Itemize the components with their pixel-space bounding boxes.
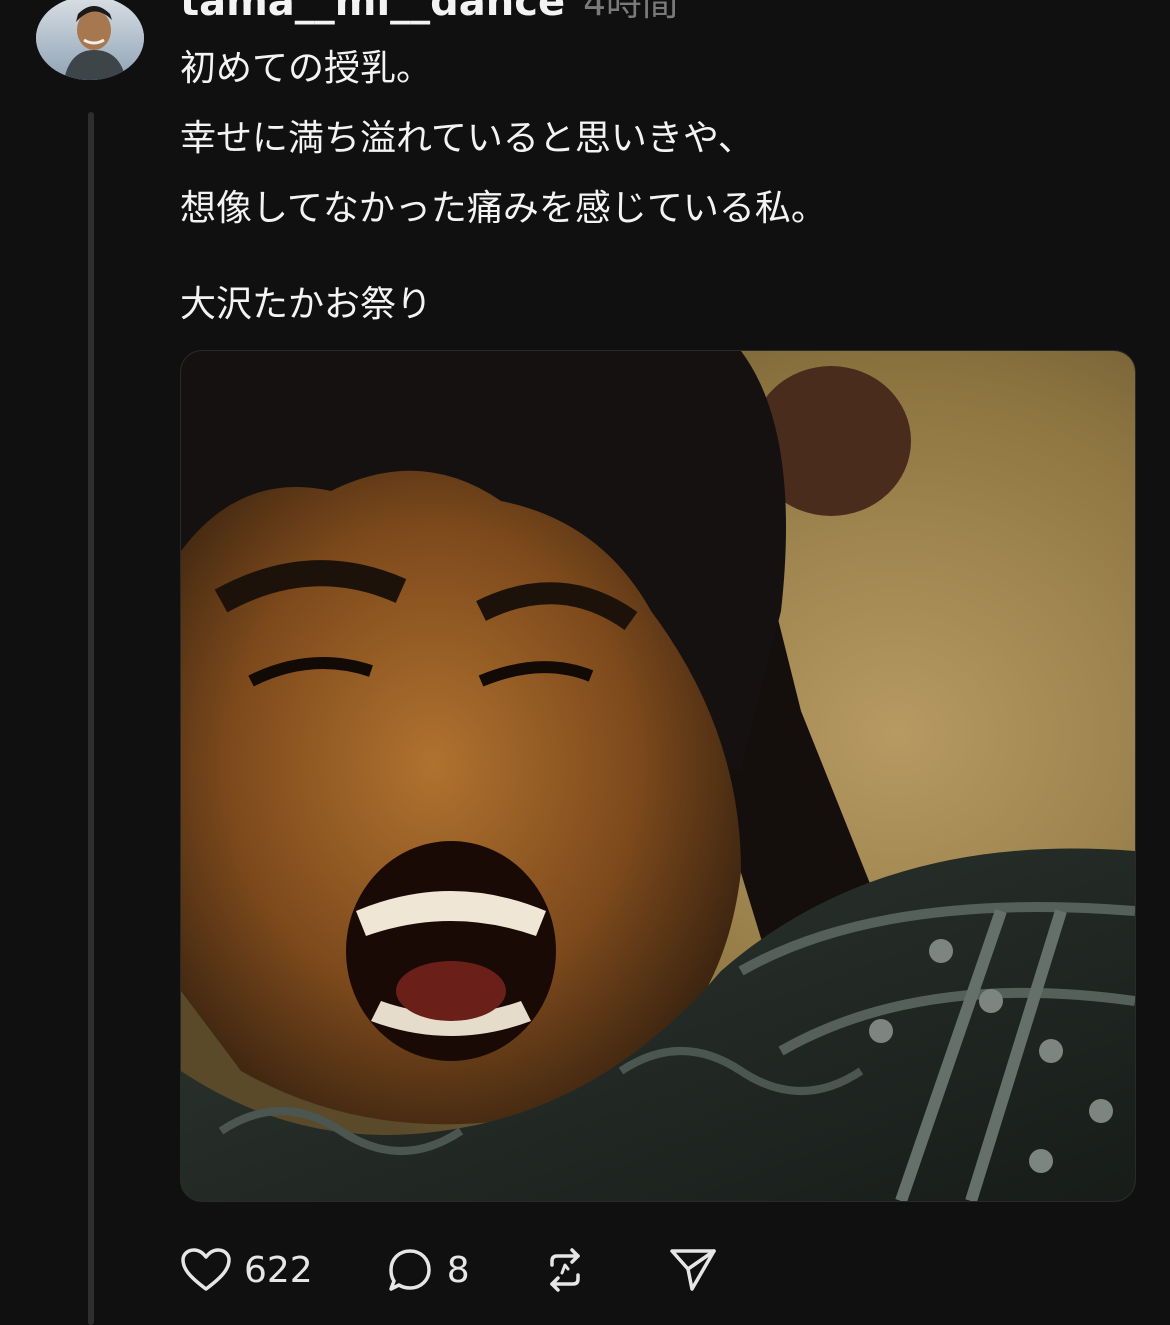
repost-icon: [549, 1248, 580, 1292]
post-image[interactable]: [180, 350, 1136, 1202]
share-button[interactable]: [668, 1245, 718, 1295]
post-text-line: 想像してなかった痛みを感じている私。: [180, 188, 827, 229]
send-icon: [669, 1249, 716, 1291]
like-count: 622: [244, 1249, 313, 1291]
comment-icon: [388, 1249, 431, 1291]
tag-line[interactable]: 大沢たかお祭り: [180, 270, 1140, 340]
reply-count: 8: [446, 1249, 470, 1291]
username[interactable]: tama__mi__dance: [180, 0, 565, 25]
action-bar: 622 8: [180, 1242, 718, 1298]
post-text-line: 幸せに満ち溢れていると思いきや、: [180, 118, 754, 159]
avatar[interactable]: [36, 0, 144, 80]
thread-line: [88, 112, 94, 1325]
heart-icon: [181, 1248, 231, 1291]
repost-button[interactable]: [540, 1245, 590, 1295]
reply-button[interactable]: 8: [385, 1245, 470, 1295]
post-body: 初めての授乳。 幸せに満ち溢れていると思いきや、 想像してなかった痛みを感じてい…: [180, 34, 1140, 340]
like-button[interactable]: 622: [180, 1247, 313, 1293]
post-time: 4時間: [583, 0, 679, 24]
post-header: tama__mi__dance 4時間: [180, 0, 678, 25]
post-text-line: 初めての授乳。: [180, 48, 433, 89]
